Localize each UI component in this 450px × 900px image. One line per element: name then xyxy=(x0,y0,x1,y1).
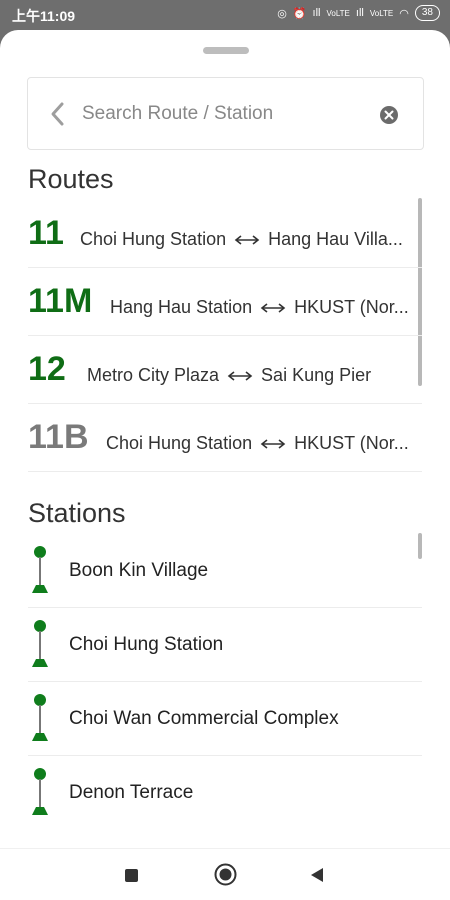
route-row[interactable]: 11M Hang Hau Station HKUST (Nor... xyxy=(28,268,422,336)
status-bar: 上午11:09 ◎ ⏰ ıll VoLTE ıll VoLTE ◠ 38 xyxy=(0,0,450,30)
chevron-left-icon[interactable] xyxy=(46,100,70,128)
route-number: 12 xyxy=(28,350,66,388)
navigation-bar xyxy=(0,848,450,900)
station-row[interactable]: Choi Wan Commercial Complex xyxy=(28,682,422,756)
station-row[interactable]: Choi Hung Station xyxy=(28,608,422,682)
station-name: Denon Terrace xyxy=(69,782,194,803)
back-triangle-icon[interactable] xyxy=(309,867,325,883)
route-origin: Choi Hung Station xyxy=(106,433,253,453)
station-name: Boon Kin Village xyxy=(69,560,209,581)
bidirectional-arrow-icon xyxy=(234,234,260,245)
drag-handle[interactable] xyxy=(203,47,249,54)
status-icons: ◎ ⏰ ıll VoLTE ıll VoLTE ◠ 38 xyxy=(277,5,440,21)
signal-strength-2: ıll xyxy=(355,7,364,19)
route-origin: Choi Hung Station xyxy=(80,229,227,249)
wifi-icon: ◠ xyxy=(399,7,409,20)
route-destination: HKUST (Nor... xyxy=(294,433,409,453)
route-row[interactable]: 12 Metro City Plaza Sai Kung Pier xyxy=(28,336,422,404)
signal-strength-1: ıll xyxy=(312,7,321,19)
station-row[interactable]: Boon Kin Village xyxy=(28,534,422,608)
bus-stop-icon xyxy=(32,768,48,815)
battery-indicator: 38 xyxy=(414,5,440,21)
bidirectional-arrow-icon xyxy=(260,302,286,313)
route-description: Choi Hung Station Hang Hau Villa... xyxy=(80,229,403,250)
nfc-icon: ◎ xyxy=(277,7,287,20)
route-destination: Sai Kung Pier xyxy=(261,365,372,385)
station-name: Choi Hung Station xyxy=(69,634,224,655)
status-time: 上午11:09 xyxy=(12,8,76,24)
route-description: Metro City Plaza Sai Kung Pier xyxy=(87,365,371,386)
route-number: 11 xyxy=(28,214,64,252)
route-origin: Hang Hau Station xyxy=(110,297,253,317)
bus-stop-icon xyxy=(32,694,48,741)
route-description: Choi Hung Station HKUST (Nor... xyxy=(106,433,409,454)
search-input[interactable] xyxy=(82,94,372,134)
route-destination: Hang Hau Villa... xyxy=(268,229,403,249)
routes-section-title: Routes xyxy=(28,164,114,194)
route-row[interactable]: 11B Choi Hung Station HKUST (Nor... xyxy=(28,404,422,472)
clear-circle-icon[interactable] xyxy=(379,105,399,125)
route-row[interactable]: 11 Choi Hung Station Hang Hau Villa... xyxy=(28,200,422,268)
route-description: Hang Hau Station HKUST (Nor... xyxy=(110,297,409,318)
bidirectional-arrow-icon xyxy=(227,370,253,381)
route-number: 11M xyxy=(28,282,93,320)
stations-section-title: Stations xyxy=(28,498,126,528)
alarm-icon: ⏰ xyxy=(292,7,307,20)
station-row[interactable]: Denon Terrace xyxy=(28,756,422,830)
search-box xyxy=(27,77,424,150)
home-icon[interactable] xyxy=(214,863,237,886)
route-destination: HKUST (Nor... xyxy=(294,297,409,317)
station-name: Choi Wan Commercial Complex xyxy=(69,708,339,729)
bus-stop-icon xyxy=(32,620,48,667)
route-number: 11B xyxy=(28,418,89,456)
network-type-1: VoLTE xyxy=(326,8,350,18)
network-type-2: VoLTE xyxy=(369,8,394,18)
bidirectional-arrow-icon xyxy=(260,438,286,449)
bottom-sheet: Routes 11 Choi Hung Station Hang Hau Vil… xyxy=(0,30,450,900)
bus-stop-icon xyxy=(32,546,48,593)
route-origin: Metro City Plaza xyxy=(87,365,220,385)
recent-apps-icon[interactable] xyxy=(125,869,138,882)
